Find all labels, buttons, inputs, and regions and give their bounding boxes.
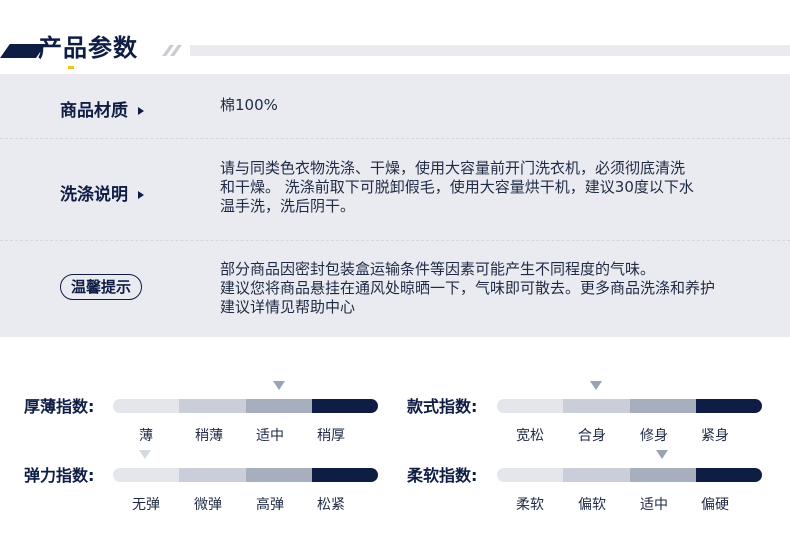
param-row-washing: 洗涤说明 请与同类色衣物洗涤、干燥，使用大容量前开门洗衣机，必须彻底清洗 和干燥… [0, 138, 790, 241]
option-label: 修身 [640, 428, 668, 444]
param-label: 洗涤说明 [60, 180, 144, 205]
option-label: 柔软 [516, 497, 544, 513]
header-rule-bar [190, 45, 790, 56]
option-label: 微弹 [194, 497, 222, 513]
style-options: 宽松 合身 修身 紧身 [497, 425, 762, 445]
elasticity-scale [113, 468, 378, 482]
elasticity-options: 无弹 微弹 高弹 松紧 [113, 494, 378, 514]
selected-marker-icon [590, 381, 602, 390]
option-label: 适中 [640, 497, 668, 513]
style-scale [497, 399, 762, 413]
index-label-softness: 柔软指数: [407, 466, 478, 485]
tips-badge: 温馨提示 [60, 274, 143, 300]
section-title: 产品参数 [38, 34, 138, 62]
softness-scale [497, 468, 762, 482]
option-label: 稍厚 [317, 428, 345, 444]
selected-marker-icon [273, 381, 285, 390]
option-label: 宽松 [516, 428, 544, 444]
param-value: 棉100% [220, 96, 278, 114]
softness-options: 柔软 偏软 适中 偏硬 [497, 494, 762, 514]
params-panel: 商品材质 棉100% 洗涤说明 请与同类色衣物洗涤、干燥，使用大容量前开门洗衣机… [0, 74, 790, 337]
param-value: 请与同类色衣物洗涤、干燥，使用大容量前开门洗衣机，必须彻底清洗 和干燥。 洗涤前… [220, 159, 694, 215]
option-label: 合身 [578, 428, 606, 444]
param-value: 部分商品因密封包装盒运输条件等因素可能产生不同程度的气味。 建议您将商品悬挂在通… [220, 260, 716, 316]
section-header: 产品参数 [0, 0, 790, 70]
header-accent-dot [68, 66, 74, 69]
index-label-elasticity: 弹力指数: [24, 466, 95, 485]
option-label: 紧身 [701, 428, 729, 444]
selected-marker-icon [656, 450, 668, 459]
caret-right-icon [138, 107, 144, 115]
option-label: 适中 [256, 428, 284, 444]
index-label-style: 款式指数: [407, 397, 478, 416]
option-label: 偏硬 [701, 497, 729, 513]
option-label: 稍薄 [195, 428, 223, 444]
option-label: 松紧 [317, 497, 345, 513]
option-label: 偏软 [578, 497, 606, 513]
option-label: 无弹 [132, 497, 160, 513]
index-label-thickness: 厚薄指数: [24, 397, 95, 416]
selected-marker-icon [139, 450, 151, 459]
param-row-material: 商品材质 棉100% [0, 74, 790, 139]
option-label: 高弹 [256, 497, 284, 513]
option-label: 薄 [139, 428, 153, 444]
param-label: 商品材质 [60, 96, 144, 121]
thickness-options: 薄 稍薄 适中 稍厚 [113, 425, 378, 445]
caret-right-icon [138, 191, 144, 199]
thickness-scale [113, 399, 378, 413]
